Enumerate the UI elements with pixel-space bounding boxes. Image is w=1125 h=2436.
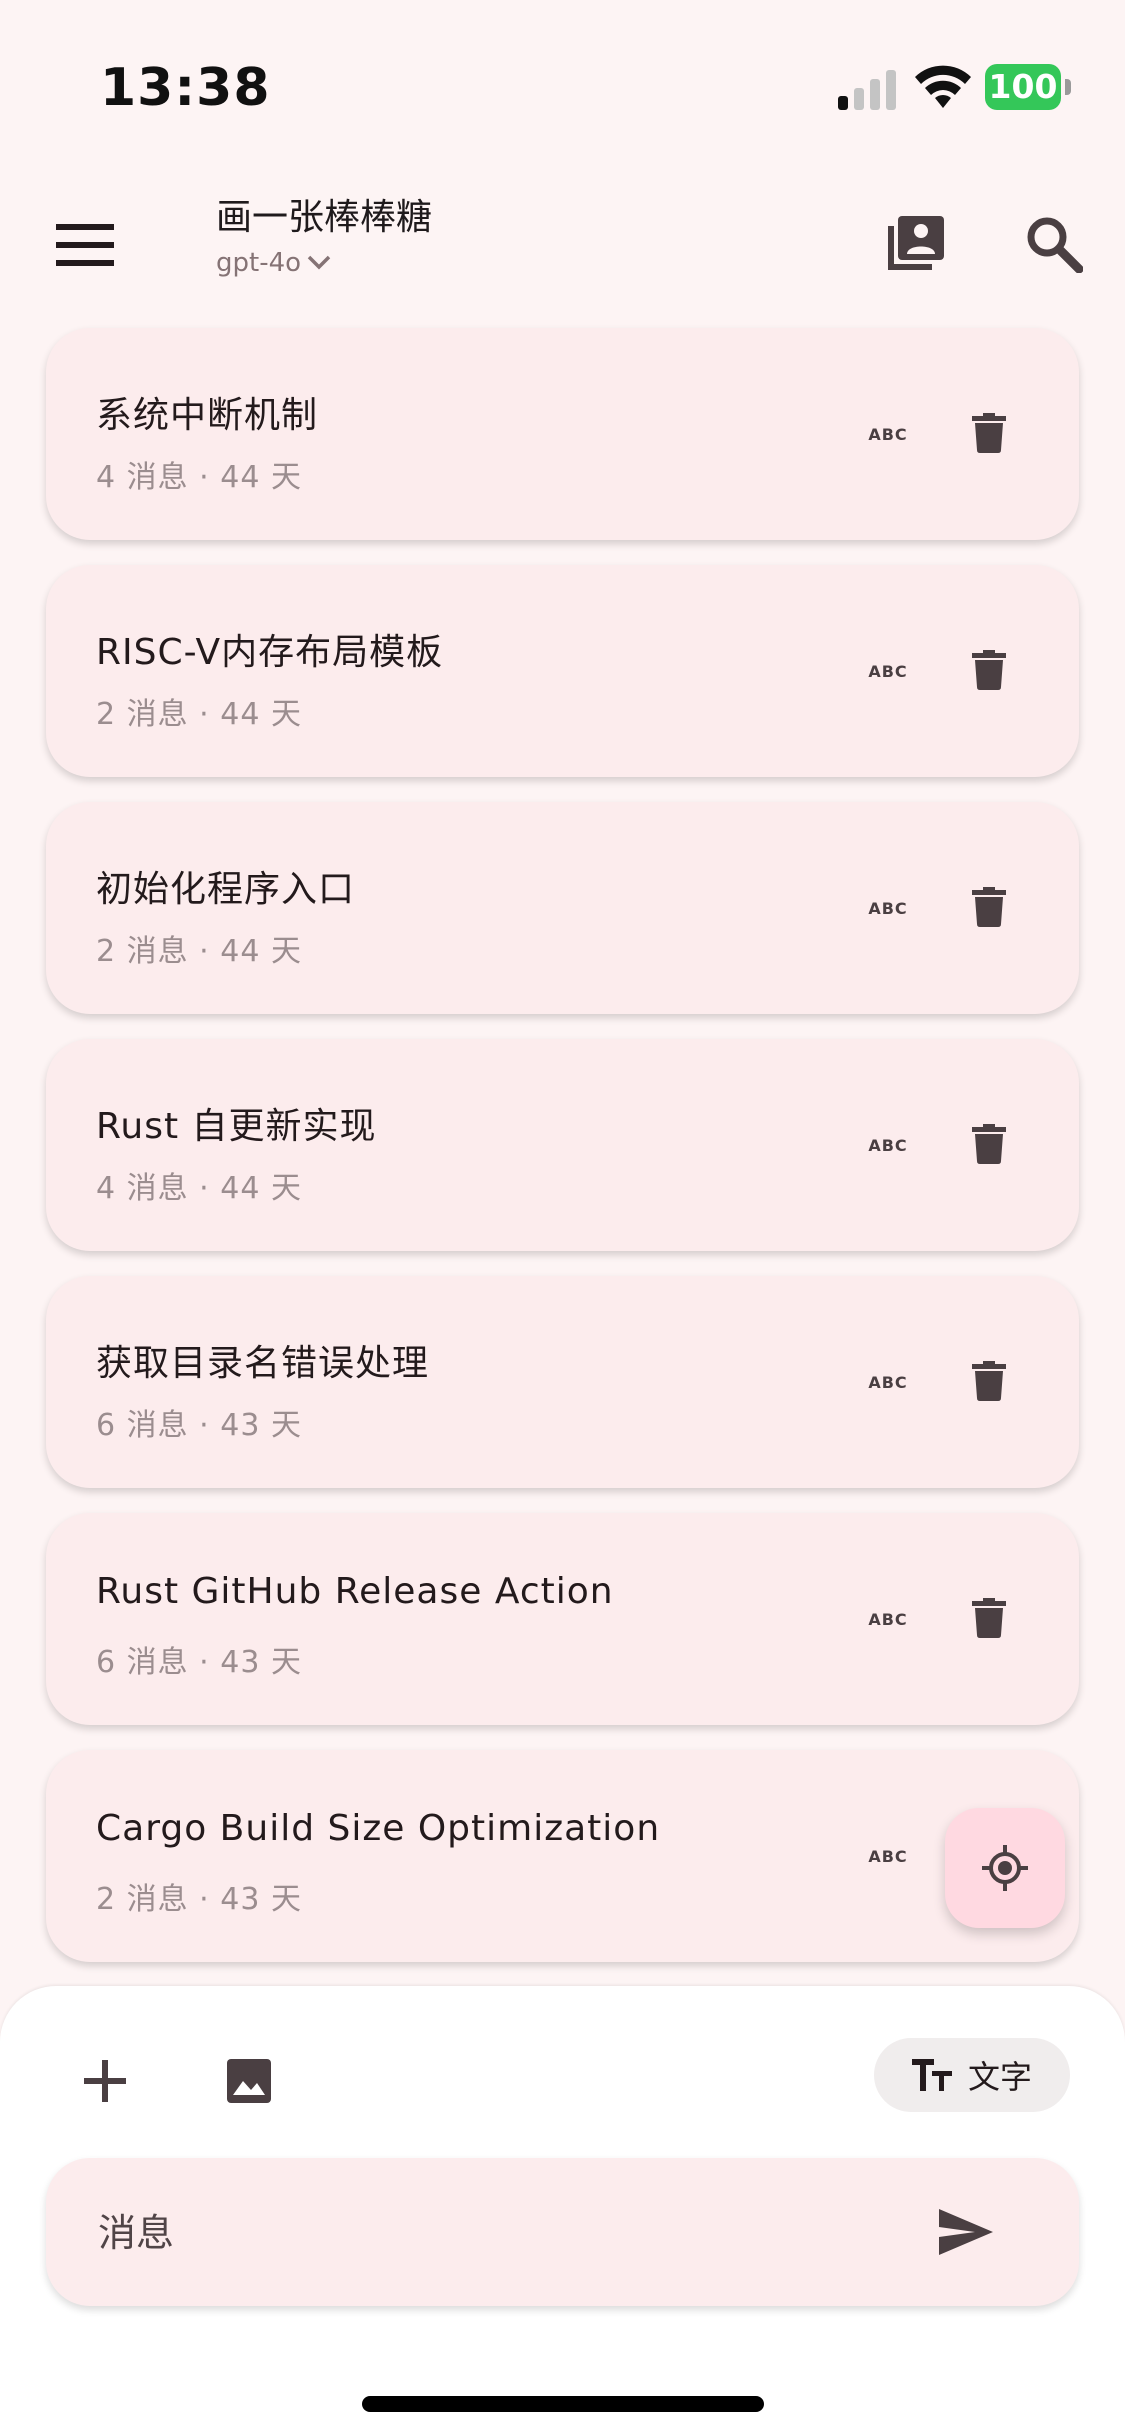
delete-button[interactable] (954, 635, 1024, 705)
send-button[interactable] (916, 2182, 1016, 2282)
home-indicator (362, 2396, 764, 2412)
conversation-item-title: Cargo Build Size Optimization (96, 1808, 661, 1849)
conversation-item-meta: 6 消息 · 43 天 (96, 1645, 302, 1680)
battery-cap (1065, 79, 1071, 95)
trash-icon (972, 413, 1006, 453)
model-name: gpt-4o (216, 248, 302, 278)
conversation-item-title: Rust GitHub Release Action (96, 1571, 614, 1612)
rename-abc-button[interactable]: ABC (858, 649, 918, 693)
title-block: 画一张棒棒糖 gpt-4o (216, 188, 432, 278)
conversation-title: 画一张棒棒糖 (216, 197, 433, 238)
rename-abc-button[interactable]: ABC (858, 1597, 918, 1641)
delete-button[interactable] (954, 1109, 1024, 1179)
status-bar: 13:38 100 (0, 0, 1125, 180)
plus-icon (84, 2060, 126, 2102)
model-selector[interactable]: gpt-4o (216, 248, 432, 278)
contacts-library-icon (888, 216, 944, 270)
conversation-item-meta: 2 消息 · 44 天 (96, 697, 302, 732)
delete-button[interactable] (954, 872, 1024, 942)
trash-icon (972, 650, 1006, 690)
trash-icon (972, 887, 1006, 927)
rename-abc-button[interactable]: ABC (858, 886, 918, 930)
conversation-card[interactable]: Cargo Build Size Optimization 2 消息 · 43 … (46, 1750, 1079, 1962)
text-mode-toggle[interactable]: 文字 (874, 2038, 1070, 2112)
delete-button[interactable] (954, 1346, 1024, 1416)
conversation-card[interactable]: 系统中断机制 4 消息 · 44 天 ABC (46, 328, 1079, 540)
battery-indicator: 100 (985, 64, 1071, 110)
conversation-item-meta: 4 消息 · 44 天 (96, 460, 302, 495)
delete-button[interactable] (954, 398, 1024, 468)
assistant-library-button[interactable] (866, 196, 962, 292)
conversation-item-meta: 2 消息 · 44 天 (96, 934, 302, 969)
message-input[interactable] (96, 2194, 900, 2272)
menu-icon (56, 224, 114, 266)
conversation-item-title: RISC-V内存布局模板 (96, 632, 444, 673)
conversation-item-title: 初始化程序入口 (96, 869, 356, 910)
rename-abc-button[interactable]: ABC (858, 1123, 918, 1167)
screen: 13:38 100 画一张棒棒糖 gpt-4o 系统中断机制 4 消息 · 44… (0, 0, 1125, 2436)
conversation-item-meta: 6 消息 · 43 天 (96, 1408, 302, 1443)
delete-button[interactable] (954, 1583, 1024, 1653)
conversation-card[interactable]: Rust GitHub Release Action 6 消息 · 43 天 A… (46, 1513, 1079, 1725)
conversation-item-title: Rust 自更新实现 (96, 1106, 377, 1147)
conversation-item-meta: 4 消息 · 44 天 (96, 1171, 302, 1206)
message-box (46, 2158, 1079, 2306)
crosshair-icon (982, 1845, 1028, 1891)
conversation-card[interactable]: Rust 自更新实现 4 消息 · 44 天 ABC (46, 1039, 1079, 1251)
add-button[interactable] (60, 2036, 150, 2126)
conversation-card[interactable]: 初始化程序入口 2 消息 · 44 天 ABC (46, 802, 1079, 1014)
image-button[interactable] (204, 2036, 294, 2126)
search-button[interactable] (1006, 196, 1102, 292)
conversation-item-meta: 2 消息 · 43 天 (96, 1882, 302, 1917)
trash-icon (972, 1124, 1006, 1164)
composer-sheet: 文字 (0, 1986, 1125, 2436)
locate-fab-button[interactable] (945, 1808, 1065, 1928)
cellular-signal-icon (838, 70, 896, 110)
status-time: 13:38 (100, 58, 271, 118)
wifi-icon (915, 65, 971, 108)
app-bar: 画一张棒棒糖 gpt-4o (0, 180, 1125, 330)
conversation-card[interactable]: RISC-V内存布局模板 2 消息 · 44 天 ABC (46, 565, 1079, 777)
rename-abc-button[interactable]: ABC (858, 1360, 918, 1404)
trash-icon (972, 1598, 1006, 1638)
chevron-down-icon (307, 255, 331, 270)
conversation-item-title: 系统中断机制 (96, 395, 319, 436)
text-mode-label: 文字 (967, 2058, 1032, 2096)
conversation-card[interactable]: 获取目录名错误处理 6 消息 · 43 天 ABC (46, 1276, 1079, 1488)
rename-abc-button[interactable]: ABC (858, 412, 918, 456)
menu-button[interactable] (40, 200, 130, 290)
battery-level: 100 (985, 64, 1061, 110)
send-icon (939, 2209, 993, 2255)
image-icon (227, 2059, 271, 2103)
conversation-item-title: 获取目录名错误处理 (96, 1343, 430, 1384)
rename-abc-button[interactable]: ABC (858, 1834, 918, 1878)
search-icon (1027, 217, 1083, 273)
trash-icon (972, 1361, 1006, 1401)
text-fields-icon (911, 2059, 952, 2091)
